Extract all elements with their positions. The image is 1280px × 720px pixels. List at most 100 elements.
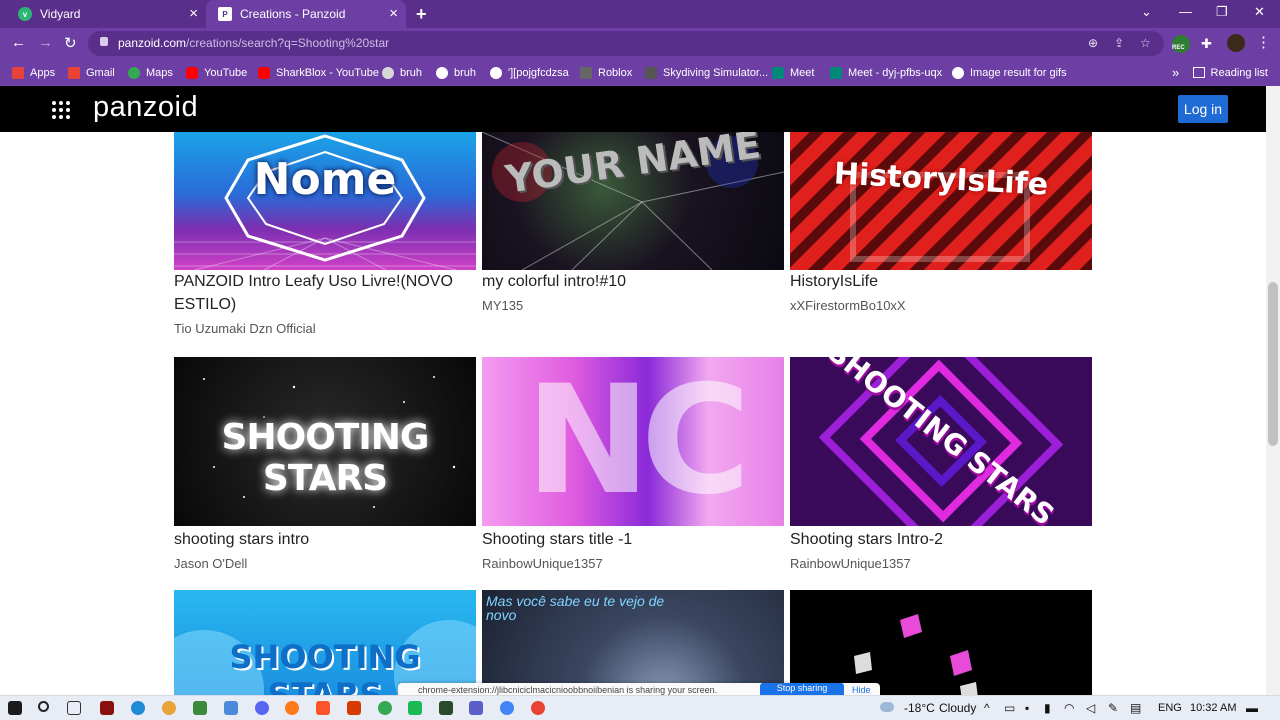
discord-icon[interactable]: [255, 701, 269, 715]
creation-author[interactable]: Jason O'Dell: [174, 556, 247, 571]
search-icon[interactable]: [38, 701, 49, 712]
creation-author[interactable]: xXFirestormBo10xX: [790, 298, 906, 313]
new-tab-button[interactable]: +: [416, 4, 427, 25]
creation-thumbnail[interactable]: Nome: [174, 132, 476, 270]
creation-title[interactable]: my colorful intro!#10: [482, 270, 784, 293]
volume-icon[interactable]: ◁: [1086, 701, 1095, 715]
tray-icon[interactable]: ▪: [1025, 701, 1029, 715]
chrome-canary-icon[interactable]: [162, 701, 176, 715]
creation-title[interactable]: HistoryIsLife: [790, 270, 1092, 293]
more-bookmarks-icon[interactable]: »: [1172, 59, 1179, 86]
pen-icon[interactable]: ✎: [1108, 701, 1118, 715]
creation-thumbnail[interactable]: HistoryIsLife: [790, 132, 1092, 270]
maximize-button[interactable]: ❐: [1216, 4, 1228, 20]
apps-menu-icon[interactable]: [52, 101, 70, 119]
creation-author[interactable]: RainbowUnique1357: [790, 556, 911, 571]
bookmark-pojgfcdzsa[interactable]: '][pojgfcdzsa: [490, 59, 569, 86]
office-icon[interactable]: [347, 701, 361, 715]
brave-icon[interactable]: [316, 701, 330, 715]
login-button[interactable]: Log in: [1178, 95, 1228, 123]
bookmark-skydiving[interactable]: Skydiving Simulator...: [645, 59, 768, 86]
zoom-icon[interactable]: ⊕: [1088, 36, 1098, 50]
apps-grid-icon: [12, 66, 24, 79]
reading-list-button[interactable]: Reading list: [1192, 59, 1268, 86]
bookmark-gmail[interactable]: Gmail: [68, 59, 115, 86]
scrollbar-thumb[interactable]: [1268, 282, 1278, 446]
creation-author[interactable]: RainbowUnique1357: [482, 556, 603, 571]
share-message: chrome-extension://jlibcniciclmacicnioob…: [418, 685, 718, 695]
windows-start-icon[interactable]: [8, 701, 22, 715]
bookmark-youtube[interactable]: YouTube: [186, 59, 247, 86]
close-tab-icon[interactable]: ×: [389, 5, 398, 23]
creation-title[interactable]: Shooting stars title -1: [482, 528, 784, 551]
creation-thumbnail[interactable]: NC: [482, 357, 784, 526]
clock[interactable]: 10:32 AM: [1190, 702, 1236, 714]
bookmark-apps[interactable]: Apps: [12, 59, 55, 86]
close-tab-icon[interactable]: ×: [189, 5, 198, 23]
bookmark-star-icon[interactable]: ☆: [1140, 36, 1151, 50]
url-text[interactable]: panzoid.com/creations/search?q=Shooting%…: [118, 36, 389, 50]
creation-thumbnail[interactable]: SHOOTING STARS: [174, 357, 476, 526]
firefox-icon[interactable]: [285, 701, 299, 715]
bookmark-meet-dyj[interactable]: Meet - dyj-pfbs-uqx: [830, 59, 942, 86]
tab-vidyard[interactable]: v Vidyard ×: [8, 0, 206, 28]
bookmark-bruh-1[interactable]: bruh: [382, 59, 422, 86]
app-icon[interactable]: [408, 701, 422, 715]
cloud-icon: [880, 702, 894, 712]
close-window-button[interactable]: ✕: [1254, 4, 1265, 20]
notifications-icon[interactable]: ▬: [1246, 701, 1258, 715]
battery-icon[interactable]: ▭: [1004, 701, 1015, 715]
forward-icon[interactable]: →: [38, 34, 53, 51]
stop-sharing-button[interactable]: Stop sharing: [760, 683, 844, 695]
creation-thumbnail[interactable]: [790, 590, 1092, 695]
tab-search-icon[interactable]: ⌄: [1141, 4, 1152, 20]
creation-title[interactable]: Shooting stars Intro-2: [790, 528, 1092, 551]
creation-title[interactable]: PANZOID Intro Leafy Uso Livre!(NOVO ESTI…: [174, 270, 476, 316]
creation-thumbnail[interactable]: SHOOTING STARS: [790, 357, 1092, 526]
address-bar[interactable]: panzoid.com/creations/search?q=Shooting%…: [88, 31, 1164, 56]
bookmark-roblox[interactable]: Roblox: [580, 59, 632, 86]
creation-thumbnail[interactable]: Mas você sabe eu te vejo de novo: [482, 590, 784, 695]
creation-thumbnail[interactable]: YOUR NAME: [482, 132, 784, 270]
chrome-icon[interactable]: [378, 701, 392, 715]
page-scrollbar[interactable]: [1266, 86, 1280, 695]
app-icon[interactable]: [100, 701, 114, 715]
chrome-icon[interactable]: [500, 701, 514, 715]
creation-author[interactable]: MY135: [482, 298, 523, 313]
chevron-up-icon[interactable]: ^: [984, 701, 990, 715]
weather-desc[interactable]: Cloudy: [939, 701, 976, 715]
app-icon[interactable]: [439, 701, 453, 715]
hide-button[interactable]: Hide: [852, 685, 871, 695]
keyboard-icon[interactable]: ▤: [1130, 701, 1141, 715]
back-icon[interactable]: ←: [11, 34, 26, 51]
minecraft-icon[interactable]: [193, 701, 207, 715]
minimize-button[interactable]: —: [1179, 4, 1192, 19]
wifi-icon[interactable]: ◠: [1064, 701, 1074, 715]
bookmark-maps[interactable]: Maps: [128, 59, 173, 86]
avatar[interactable]: [1227, 34, 1245, 52]
chrome-icon[interactable]: [531, 701, 545, 715]
mic-icon[interactable]: ▮: [1044, 701, 1051, 715]
bookmark-sharkblox[interactable]: SharkBlox - YouTube: [258, 59, 379, 86]
share-icon[interactable]: ⇪: [1114, 36, 1124, 50]
tab-creations-panzoid[interactable]: P Creations - Panzoid ×: [206, 0, 406, 28]
bookmark-image-result[interactable]: Image result for gifs: [952, 59, 1067, 86]
extensions-puzzle-icon[interactable]: ✚: [1201, 36, 1212, 52]
edge-icon[interactable]: [131, 701, 145, 715]
creation-title[interactable]: shooting stars intro: [174, 528, 476, 551]
task-view-icon[interactable]: [67, 701, 81, 715]
app-icon[interactable]: [224, 701, 238, 715]
reload-icon[interactable]: ↻: [64, 34, 77, 52]
panzoid-logo[interactable]: panzoid: [93, 91, 198, 124]
bookmark-meet[interactable]: Meet: [772, 59, 814, 86]
teams-icon[interactable]: [469, 701, 483, 715]
creation-thumbnail[interactable]: SHOOTING STARS: [174, 590, 476, 695]
reading-list-icon: [1192, 67, 1205, 78]
menu-icon[interactable]: ⋮: [1256, 33, 1271, 51]
language-indicator[interactable]: ENG: [1158, 702, 1182, 714]
creation-author[interactable]: Tio Uzumaki Dzn Official: [174, 321, 316, 336]
bookmarks-bar: Apps Gmail Maps YouTube SharkBlox - YouT…: [0, 59, 1280, 86]
weather-temp[interactable]: -18°C: [904, 701, 935, 715]
google-icon: [952, 66, 964, 79]
bookmark-bruh-2[interactable]: bruh: [436, 59, 476, 86]
